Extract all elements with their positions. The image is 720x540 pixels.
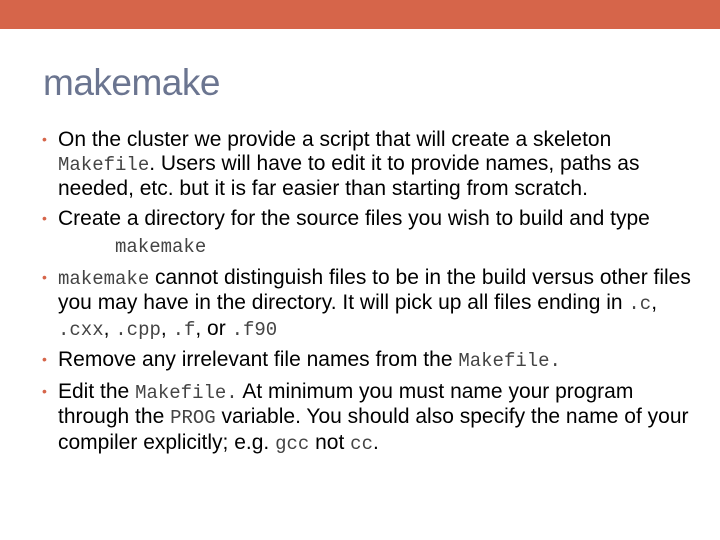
bullet-item-1: • On the cluster we provide a script tha… bbox=[42, 128, 692, 201]
bullet-icon: • bbox=[42, 268, 47, 285]
bullet-2-text: Create a directory for the source files … bbox=[58, 206, 650, 230]
bullet-5-text-5: . bbox=[372, 430, 379, 454]
sep-3: , bbox=[160, 316, 173, 340]
ext-cpp: .cpp bbox=[115, 318, 161, 341]
top-accent-bar bbox=[0, 0, 720, 29]
bullet-5-code-gcc: gcc bbox=[275, 432, 310, 455]
bullet-icon: • bbox=[42, 382, 47, 399]
command-example: makemake bbox=[115, 236, 207, 258]
ext-f90: .f90 bbox=[231, 318, 278, 341]
bullet-5-text: Edit the bbox=[58, 379, 136, 403]
bullet-icon: • bbox=[42, 209, 47, 226]
ext-cxx: .cxx bbox=[58, 318, 104, 341]
bullet-5-code-makefile: Makefile. bbox=[135, 381, 238, 404]
bullet-item-5: • Edit the Makefile. At minimum you must… bbox=[42, 380, 692, 457]
bullet-5-text-4: not bbox=[309, 430, 351, 454]
bullet-icon: • bbox=[42, 131, 47, 147]
bullet-item-2: • Create a directory for the source file… bbox=[42, 207, 692, 231]
bullet-3-text: cannot distinguish files to be in the bu… bbox=[58, 265, 691, 315]
bullet-item-4: • Remove any irrelevant file names from … bbox=[42, 348, 692, 374]
sep-1: , bbox=[651, 291, 658, 314]
slide-title: makemake bbox=[43, 62, 220, 103]
bullet-1-code-makefile: Makefile bbox=[58, 153, 150, 176]
slide-body: • On the cluster we provide a script tha… bbox=[42, 128, 692, 462]
sep-2: , bbox=[103, 316, 116, 340]
bullet-4-text: Remove any irrelevant file names from th… bbox=[58, 348, 459, 371]
bullet-item-3: • makemake cannot distinguish files to b… bbox=[42, 266, 692, 343]
bullet-5-code-cc: cc bbox=[350, 432, 373, 455]
bullet-icon: • bbox=[42, 351, 47, 367]
bullet-5-code-prog: PROG bbox=[170, 407, 216, 429]
sep-4: , or bbox=[195, 316, 232, 340]
ext-c: .c bbox=[628, 293, 652, 315]
bullet-1-text: On the cluster we provide a script that … bbox=[58, 128, 612, 151]
bullet-3-code-makemake: makemake bbox=[58, 267, 150, 290]
ext-f: .f bbox=[172, 318, 196, 341]
bullet-4-code-makefile: Makefile. bbox=[458, 350, 561, 372]
